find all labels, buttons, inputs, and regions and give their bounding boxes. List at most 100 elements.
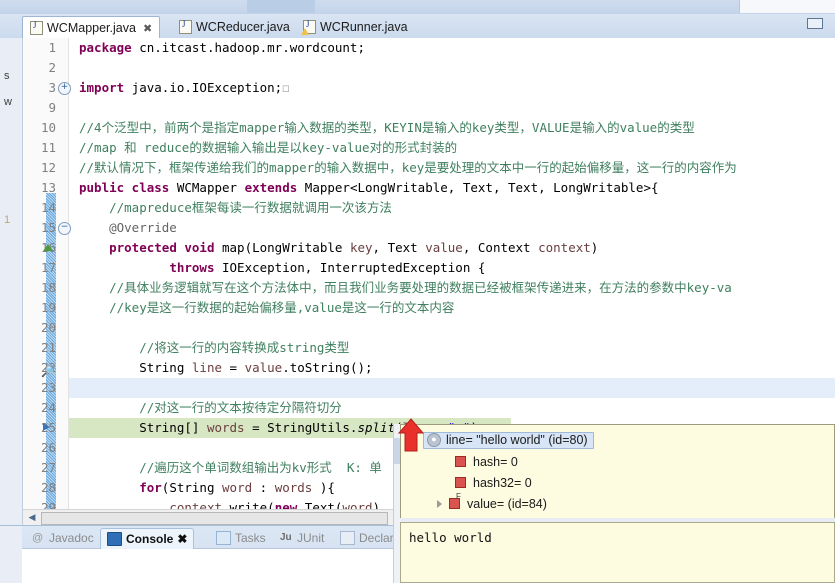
editor-tab-bar: WCMapper.java ✖ WCReducer.java WCRunner.…	[0, 14, 835, 40]
editor-tab-wcreducer[interactable]: WCReducer.java	[172, 16, 297, 38]
inspect-row-label: value= (id=84)	[467, 496, 547, 511]
inspect-row-line[interactable]: ● line= "hello world" (id=80)	[401, 430, 834, 451]
left-view-rail: s w 1	[0, 38, 23, 525]
code-line: 15 − @Override	[23, 218, 835, 238]
console-icon	[107, 532, 122, 546]
inspect-row-hash[interactable]: hash= 0	[401, 451, 834, 472]
field-icon	[455, 477, 466, 488]
tab-label: Tasks	[235, 531, 266, 545]
code-line: 12 //默认情况下，框架传递给我们的mapper的输入数据中，key是要处理的…	[23, 158, 835, 178]
tab-javadoc[interactable]: @ Javadoc	[26, 528, 100, 548]
code-line: 21 //将这一行的内容转换成string类型	[23, 338, 835, 358]
code-line: 19 //key是这一行数据的起始偏移量,value是这一行的文本内容	[23, 298, 835, 318]
editor-tab-label: WCMapper.java	[47, 21, 136, 35]
line-number: 20	[40, 320, 56, 335]
editor-tab-wcrunner[interactable]: WCRunner.java	[296, 16, 415, 38]
line-number: 25	[40, 420, 56, 435]
line-number: 11	[40, 140, 56, 155]
tab-junit[interactable]: Ju JUnit	[274, 528, 330, 548]
tab-label: Console	[126, 532, 174, 546]
close-icon[interactable]: ✖	[143, 22, 152, 35]
line-content: @Override	[79, 220, 177, 235]
tab-tasks[interactable]: Tasks	[210, 528, 272, 548]
line-number: 14	[40, 200, 56, 215]
expander-triangle-icon[interactable]	[437, 499, 442, 508]
line-content: for(String word : words ){	[139, 480, 335, 495]
editor-tab-label: WCReducer.java	[196, 20, 290, 34]
code-line: 17 throws IOException, InterruptedExcept…	[23, 258, 835, 278]
close-icon[interactable]: ✖	[177, 532, 187, 546]
javadoc-icon: @	[32, 532, 44, 544]
rail-item-s[interactable]: s	[4, 70, 10, 82]
console-output-text: hello world	[409, 530, 492, 545]
secondary-line-highlight	[69, 378, 835, 398]
tab-console[interactable]: Console ✖	[100, 528, 195, 549]
line-content: public class WCMapper extends Mapper<Lon…	[79, 180, 659, 195]
line-number: 26	[40, 440, 56, 455]
line-content: //默认情况下，框架传递给我们的mapper的输入数据中，key是要处理的文本中…	[79, 160, 737, 175]
window-chrome-strip	[0, 0, 835, 15]
rail-item-w[interactable]: w	[4, 96, 12, 108]
line-content: //4个泛型中，前两个是指定mapper输入数据的类型，KEYIN是输入的key…	[79, 120, 695, 135]
editor-tab-label: WCRunner.java	[320, 20, 408, 34]
line-content: import java.io.IOException;☐	[79, 80, 290, 95]
inspect-row-label: line= "hello world" (id=80)	[446, 433, 588, 447]
code-line: 13 public class WCMapper extends Mapper<…	[23, 178, 835, 198]
inspect-row-hash32[interactable]: hash32= 0	[401, 472, 834, 493]
bottom-view-tab-bar: @ Javadoc Console ✖ Tasks Ju JUnit Decla…	[22, 525, 420, 583]
code-line: 16 protected void map(LongWritable key, …	[23, 238, 835, 258]
chrome-tab-hint	[247, 0, 315, 13]
chrome-right-panel	[739, 0, 835, 13]
line-number: 19	[40, 300, 56, 315]
line-content: protected void map(LongWritable key, Tex…	[109, 240, 599, 255]
console-view-body	[22, 548, 400, 583]
code-line: 14 //mapreduce框架每读一行数据就调用一次该方法	[23, 198, 835, 218]
code-line: 11 //map 和 reduce的数据输入输出是以key-value对的形式封…	[23, 138, 835, 158]
final-field-icon	[449, 492, 461, 509]
line-content: //mapreduce框架每读一行数据就调用一次该方法	[79, 200, 392, 215]
code-line: 24 //对这一行的文本按待定分隔符切分	[23, 398, 835, 418]
scroll-left-arrow-icon[interactable]: ◀	[25, 512, 39, 523]
line-number: 1	[48, 40, 56, 55]
line-content: //具体业务逻辑就写在这个方法体中，而且我们业务要处理的数据已经被框架传递进来，…	[79, 280, 732, 295]
line-content: //对这一行的文本按待定分隔符切分	[79, 400, 342, 415]
java-file-icon	[30, 20, 43, 35]
line-content: String line = value.toString();	[79, 360, 373, 375]
code-line: 3 + import java.io.IOException;☐	[23, 78, 835, 98]
collapse-minus-icon[interactable]: −	[58, 222, 71, 235]
junit-icon: Ju	[280, 532, 292, 543]
tab-label: JUnit	[297, 531, 325, 545]
inspect-row-value[interactable]: value= (id=84)	[401, 492, 834, 514]
variable-inspect-popup[interactable]: ● line= "hello world" (id=80) hash= 0 ha…	[400, 424, 835, 522]
line-number: 13	[40, 180, 56, 195]
line-number: 28	[40, 480, 56, 495]
maximize-icon[interactable]	[807, 18, 823, 29]
line-content: //key是这一行数据的起始偏移量,value是这一行的文本内容	[79, 300, 455, 315]
code-line: 10 //4个泛型中，前两个是指定mapper输入数据的类型，KEYIN是输入的…	[23, 118, 835, 138]
line-number: 18	[40, 280, 56, 295]
line-number: 24	[40, 400, 56, 415]
line-content: //map 和 reduce的数据输入输出是以key-value对的形式封装的	[79, 140, 458, 155]
scrollbar-thumb[interactable]	[41, 512, 388, 525]
line-content: //将这一行的内容转换成string类型	[79, 340, 350, 355]
line-number: 3	[48, 80, 56, 95]
line-number: 21	[40, 340, 56, 355]
line-number: 15	[40, 220, 56, 235]
inspect-row-label: hash32= 0	[473, 475, 532, 490]
line-number: 17	[40, 260, 56, 275]
console-output-panel[interactable]: hello world	[400, 522, 835, 583]
red-arrow-annotation	[398, 418, 424, 452]
code-line: 20	[23, 318, 835, 338]
line-content: //遍历这个单词数组输出为kv形式 K: 单	[79, 460, 382, 475]
line-number: 2	[48, 60, 56, 75]
code-line: 22 🔎 String line = value.toString();	[23, 358, 835, 378]
code-line: 23	[23, 378, 835, 398]
declaration-icon	[340, 531, 355, 545]
code-line: 18 //具体业务逻辑就写在这个方法体中，而且我们业务要处理的数据已经被框架传递…	[23, 278, 835, 298]
editor-tab-wcmapper[interactable]: WCMapper.java ✖	[22, 16, 161, 40]
line-number: 10	[40, 120, 56, 135]
expand-plus-icon[interactable]: +	[58, 82, 71, 95]
line-content: package cn.itcast.hadoop.mr.wordcount;	[79, 40, 365, 55]
current-instruction-arrow-icon	[43, 423, 50, 431]
rail-item-1[interactable]: 1	[4, 214, 10, 226]
